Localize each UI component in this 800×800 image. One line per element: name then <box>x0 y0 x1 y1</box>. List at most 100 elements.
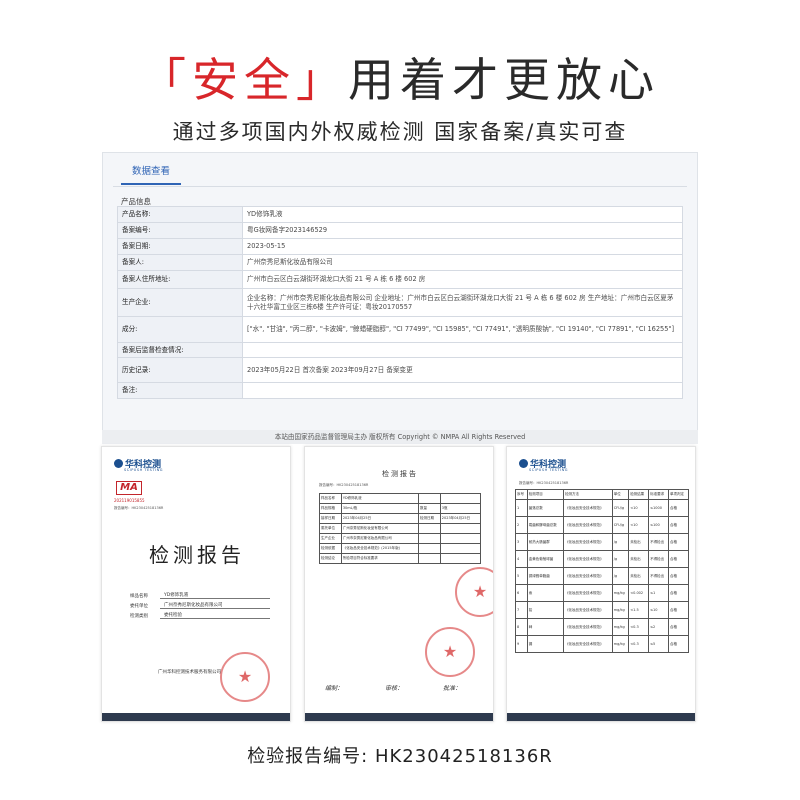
results-cell: 《化妆品安全技术规范》 <box>563 550 613 568</box>
sample-info-row: 样品名称 YD修饰乳液 <box>319 493 482 504</box>
cover-field-key: 检测类别 <box>130 614 148 619</box>
info-row: 历史记录: 2023年05月22日 首次备案 2023年09月27日 备案变更 <box>117 357 683 383</box>
results-cell: ≤1000 <box>648 499 670 517</box>
results-cell: 《化妆品安全技术规范》 <box>563 618 613 636</box>
page2-title: 检测报告 <box>382 470 418 478</box>
sample-info-cell: 委托单位 <box>319 523 342 534</box>
results-row: 3 耐热大肠菌群 《化妆品安全技术规范》/g 未检出 不得检出 合格 <box>515 533 689 551</box>
info-value: 粤G妆网备字2023146529 <box>242 222 683 239</box>
logo-mark-icon <box>114 459 123 468</box>
results-cell: 砷 <box>526 618 565 636</box>
cover-field-key: 委托单位 <box>130 604 148 609</box>
tab-data-view[interactable]: 数据查看 <box>121 163 181 185</box>
info-row: 备案人住所地址: 广州市白云区白云湖街环湖龙口大街 21 号 A 栋 6 楼 60… <box>117 270 683 289</box>
cover-field-value: 广州奈秀尼斯化妆品有限公司 <box>160 602 270 609</box>
results-cell: 《化妆品安全技术规范》 <box>563 584 613 602</box>
results-cell: /g <box>611 533 630 551</box>
results-cell: mg/kg <box>611 584 630 602</box>
results-cell: mg/kg <box>611 618 630 636</box>
info-row: 成分: ["水", "甘油", "丙二醇", "卡波姆", "鲸蜡硬脂醇", "C… <box>117 316 683 343</box>
results-cell: 铅 <box>526 601 565 619</box>
results-cell: 《化妆品安全技术规范》 <box>563 601 613 619</box>
info-value: YD修饰乳液 <box>242 206 683 223</box>
cma-mark: MA <box>116 481 142 495</box>
sample-info-row: 检测依据 《化妆品安全技术规范》(2015年版) <box>319 543 482 554</box>
results-row: 2 霉菌和酵母菌总数 《化妆品安全技术规范》 CFU/g <10 ≤100 合格 <box>515 516 689 534</box>
product-info-table: 产品名称: YD修饰乳液 备案编号: 粤G妆网备字2023146529 备案日期: 202… <box>117 206 683 399</box>
results-header-cell: 检测项目 <box>526 489 565 500</box>
info-key: 备案后监督检查情况: <box>117 342 243 358</box>
info-value <box>242 342 683 358</box>
results-cell: 1 <box>515 499 528 517</box>
sample-info-row: 生产企业 广州市奈秀尼斯化妆品有限公司 <box>319 533 482 544</box>
info-value: 广州奈秀尼斯化妆品有限公司 <box>242 254 683 271</box>
sample-info-cell: 生产企业 <box>319 533 342 544</box>
results-cell: CFU/g <box>611 499 630 517</box>
cover-title: 检测报告 <box>149 543 245 567</box>
sample-info-cell <box>439 533 482 544</box>
headline-rest: 用着才更放心 <box>348 53 660 107</box>
footer-bar <box>507 713 695 721</box>
results-cell: 5 <box>515 567 528 585</box>
sample-info-cell <box>439 543 482 554</box>
info-value: 企业名称：广州市奈秀尼斯化妆品有限公司 企业地址：广州市白云区白云湖街环湖龙口大… <box>242 288 683 317</box>
panel-footer: 本站由国家药品监督管理局主办 版权所有 Copyright © NMPA All… <box>102 430 698 444</box>
results-cell: <0.3 <box>628 635 650 653</box>
sample-info-cell: 广州奈秀尼斯化妆品有限公司 <box>340 523 419 534</box>
company-seal-icon <box>220 652 270 702</box>
record-panel: 数据查看 产品信息 产品名称: YD修饰乳液 备案编号: 粤G妆网备字20231465… <box>102 152 698 432</box>
results-row: 5 铜绿假单胞菌 《化妆品安全技术规范》/g 未检出 不得检出 合格 <box>515 567 689 585</box>
results-cell: 合格 <box>668 499 689 517</box>
results-cell: 霉菌和酵母菌总数 <box>526 516 565 534</box>
headline-bracket-close: 」 <box>296 53 348 107</box>
sample-info-cell <box>417 543 441 554</box>
results-cell: 不得检出 <box>648 533 670 551</box>
info-key: 备案编号: <box>117 222 243 239</box>
info-row: 备案后监督检查情况: <box>117 342 683 358</box>
sample-info-row: 接样日期 2023年04月25日 检测日期 2023年04月25日 <box>319 513 482 524</box>
sample-info-cell <box>417 533 441 544</box>
sample-info-cell: 接样日期 <box>319 513 342 524</box>
results-cell: 合格 <box>668 550 689 568</box>
info-key: 成分: <box>117 316 243 343</box>
results-cell: 7 <box>515 601 528 619</box>
results-cell: 耐热大肠菌群 <box>526 533 565 551</box>
results-cell: 4 <box>515 550 528 568</box>
results-cell: 《化妆品安全技术规范》 <box>563 533 613 551</box>
info-row: 备注: <box>117 382 683 399</box>
results-cell: <10 <box>628 499 650 517</box>
results-cell: 《化妆品安全技术规范》 <box>563 516 613 534</box>
page3-report-id: 报告编号：HK23042518136R <box>519 481 569 485</box>
info-key: 备注: <box>117 382 243 399</box>
cover-field-row: 检测类别 委托检验 <box>130 609 270 619</box>
results-cell: ≤10 <box>648 601 670 619</box>
results-cell: 2 <box>515 516 528 534</box>
inspection-seal-icon <box>455 567 493 617</box>
sample-info-cell <box>417 553 441 564</box>
info-key: 历史记录: <box>117 357 243 383</box>
results-cell: 未检出 <box>628 533 650 551</box>
subheadline: 通过多项国内外权威检测 国家备案/真实可查 <box>172 120 628 144</box>
results-cell: 未检出 <box>628 550 650 568</box>
sample-info-cell: 样品名称 <box>319 493 342 504</box>
info-row: 备案日期: 2023-05-15 <box>117 238 683 255</box>
sign-reviewer: 审核： <box>385 685 404 692</box>
sample-info-row: 样品规格 30mL/瓶 数量 3瓶 <box>319 503 482 514</box>
results-cell: mg/kg <box>611 635 630 653</box>
results-cell: 8 <box>515 618 528 636</box>
sample-info-cell: 《化妆品安全技术规范》(2015年版) <box>340 543 419 554</box>
info-row: 产品名称: YD修饰乳液 <box>117 206 683 223</box>
info-key: 产品名称: <box>117 206 243 223</box>
results-cell: <10 <box>628 516 650 534</box>
results-cell: <0.3 <box>628 618 650 636</box>
results-cell: 不得检出 <box>648 567 670 585</box>
sample-info-cell: 检测依据 <box>319 543 342 554</box>
sample-info-cell: 广州市奈秀尼斯化妆品有限公司 <box>340 533 419 544</box>
sample-info-cell: 数量 <box>417 503 441 514</box>
results-cell: 镉 <box>526 635 565 653</box>
results-cell: 不得检出 <box>648 550 670 568</box>
sample-info-table: 样品名称 YD修饰乳液 样品规格 30mL/瓶 数量 3瓶 接样日期 2023年04月25日检… <box>319 493 482 564</box>
sample-info-cell <box>417 493 441 504</box>
info-key: 生产企业: <box>117 288 243 317</box>
results-cell: 《化妆品安全技术规范》 <box>563 567 613 585</box>
